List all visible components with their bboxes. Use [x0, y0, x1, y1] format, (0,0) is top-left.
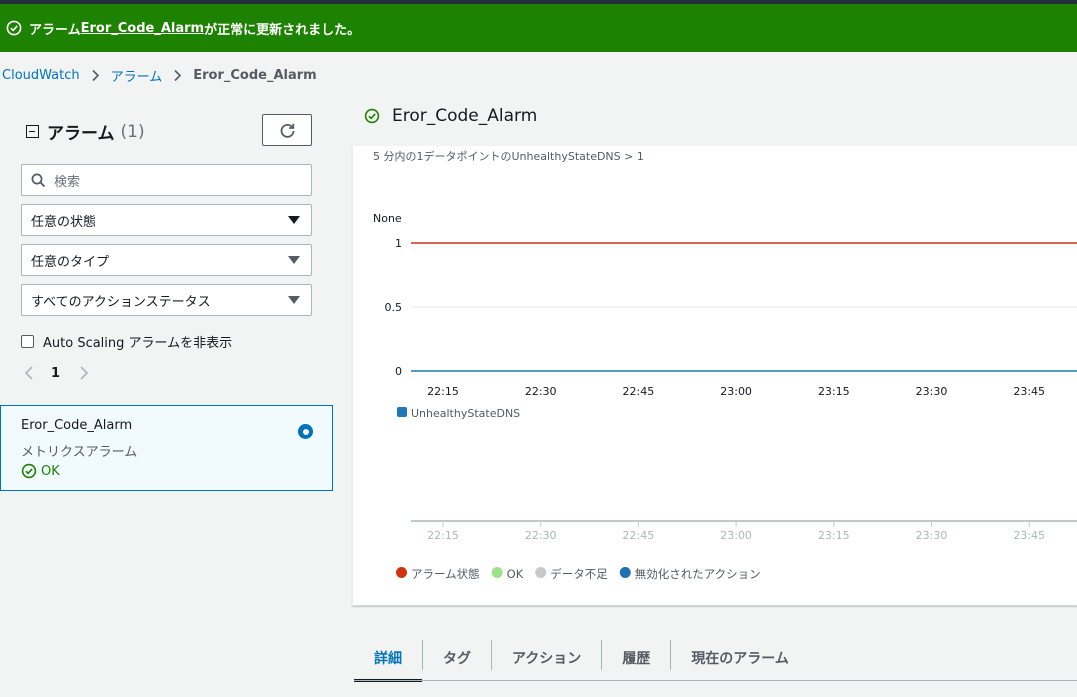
legend-label: OK: [507, 567, 524, 581]
x-tick-label: 22:45: [623, 385, 655, 398]
detail-tabs: 詳細 タグ アクション 履歴 現在のアラーム: [354, 636, 809, 682]
tabs-divider: [354, 680, 1077, 681]
alarm-item-name: Eror_Code_Alarm: [21, 418, 133, 433]
y-axis-label: None: [373, 212, 402, 225]
chevron-left-icon[interactable]: [24, 365, 34, 381]
x-tick-label: 22:15: [427, 529, 459, 542]
hide-autoscaling-checkbox-row[interactable]: Auto Scaling アラームを非表示: [21, 332, 232, 351]
chevron-right-icon: [173, 69, 182, 82]
alarm-item-state: OK: [21, 463, 60, 479]
hide-autoscaling-label: Auto Scaling アラームを非表示: [43, 336, 233, 351]
breadcrumb-alarms[interactable]: アラーム: [111, 66, 163, 85]
y-tick-label: 0.5: [385, 301, 403, 314]
alarm-item-type: メトリクスアラーム: [21, 445, 138, 460]
chevron-right-icon[interactable]: [79, 365, 89, 381]
collapse-icon[interactable]: [26, 125, 39, 138]
type-filter-select[interactable]: 任意のタイプ: [21, 244, 312, 276]
x-tick-label: 22:30: [525, 529, 557, 542]
pagination: 1: [24, 365, 89, 381]
legend-swatch: [619, 567, 631, 578]
action-status-filter-value: すべてのアクションステータス: [31, 294, 211, 310]
caret-down-icon: [288, 216, 300, 224]
legend-label: UnhealthyStateDNS: [411, 407, 520, 420]
alarm-graph-panel: 5 分内の1データポイントのUnhealthyStateDNS > 1 None…: [352, 146, 1077, 606]
chevron-right-icon: [91, 69, 100, 82]
alarm-detail-title: Eror_Code_Alarm: [364, 106, 537, 126]
legend-swatch: [396, 567, 407, 578]
tab-current-alarms[interactable]: 現在のアラーム: [671, 636, 809, 680]
action-status-filter-select[interactable]: すべてのアクションステータス: [21, 284, 312, 316]
x-tick-label: 23:45: [1013, 529, 1045, 542]
tab-tags[interactable]: タグ: [423, 636, 491, 680]
x-tick-label: 22:45: [623, 529, 655, 542]
breadcrumb: CloudWatch アラーム Eror_Code_Alarm: [2, 66, 317, 85]
alarm-list-item[interactable]: Eror_Code_Alarm メトリクスアラーム OK: [0, 405, 333, 491]
search-icon: [31, 173, 46, 187]
x-tick-label: 23:00: [720, 529, 752, 542]
state-filter-value: 任意の状態: [31, 214, 97, 230]
alarm-select-radio[interactable]: [298, 424, 313, 439]
tab-details[interactable]: 詳細: [354, 636, 422, 682]
x-tick-label: 23:15: [818, 385, 850, 398]
x-tick-label: 23:00: [720, 385, 752, 398]
hide-autoscaling-checkbox[interactable]: [21, 335, 34, 348]
legend-swatch: [535, 567, 547, 578]
alarm-condition-text: 5 分内の1データポイントのUnhealthyStateDNS > 1: [373, 149, 644, 163]
x-tick-label: 23:15: [818, 529, 850, 542]
alarm-count: (1): [120, 121, 145, 142]
alarm-graph: 5 分内の1データポイントのUnhealthyStateDNS > 1 None…: [373, 149, 1077, 581]
flash-alarm-link[interactable]: Eror_Code_Alarm: [81, 21, 204, 36]
y-tick-label: 1: [395, 237, 402, 250]
caret-down-icon: [288, 256, 300, 264]
page-number[interactable]: 1: [51, 366, 60, 381]
state-filter-select[interactable]: 任意の状態: [21, 204, 312, 236]
x-tick-label: 23:30: [916, 529, 948, 542]
type-filter-value: 任意のタイプ: [31, 254, 110, 270]
alarm-list-title-text: アラーム: [47, 124, 115, 144]
refresh-icon: [280, 123, 294, 138]
caret-down-icon: [288, 296, 300, 304]
check-circle-icon: [6, 20, 22, 36]
x-tick-label: 23:45: [1013, 385, 1045, 398]
alarm-list-panel: アラーム (1) 検索 任意の状態 任意のタイプ すべてのアクションステータス …: [0, 97, 333, 697]
alarm-list-title: アラーム (1): [26, 119, 145, 144]
search-placeholder: 検索: [54, 174, 81, 190]
y-tick-label: 0: [395, 365, 402, 378]
tab-history[interactable]: 履歴: [602, 636, 670, 680]
metric-chart: 1 0.5 0 22:15 22:30 22:45 23:00 23:15 23:30 23:45…: [385, 237, 1077, 420]
legend-label: 無効化されたアクション: [635, 567, 761, 581]
x-tick-label: 22:30: [525, 385, 557, 398]
legend-label: データ不足: [550, 567, 608, 581]
alarm-detail-title-text: Eror_Code_Alarm: [392, 106, 538, 126]
search-input[interactable]: 検索: [21, 164, 312, 196]
check-circle-icon: [21, 463, 37, 479]
breadcrumb-cloudwatch[interactable]: CloudWatch: [2, 68, 80, 83]
refresh-button[interactable]: [262, 114, 312, 146]
legend-swatch: [397, 407, 407, 417]
x-tick-label: 22:15: [427, 385, 459, 398]
breadcrumb-current: Eror_Code_Alarm: [193, 67, 317, 83]
alarm-item-state-text: OK: [41, 463, 60, 479]
tab-actions[interactable]: アクション: [492, 636, 601, 680]
legend-label: アラーム状態: [411, 567, 480, 581]
flash-suffix: が正常に更新されました。: [204, 22, 361, 38]
success-flash-banner: アラーム Eror_Code_Alarm が正常に更新されました。: [0, 4, 1077, 52]
check-circle-icon: [364, 108, 380, 124]
legend-swatch: [491, 567, 503, 578]
x-tick-label: 23:30: [916, 385, 948, 398]
flash-prefix: アラーム: [29, 22, 81, 38]
timeline-chart: 22:15 22:30 22:45 23:00 23:15 23:30 23:45 アラーム状…: [396, 520, 1077, 581]
